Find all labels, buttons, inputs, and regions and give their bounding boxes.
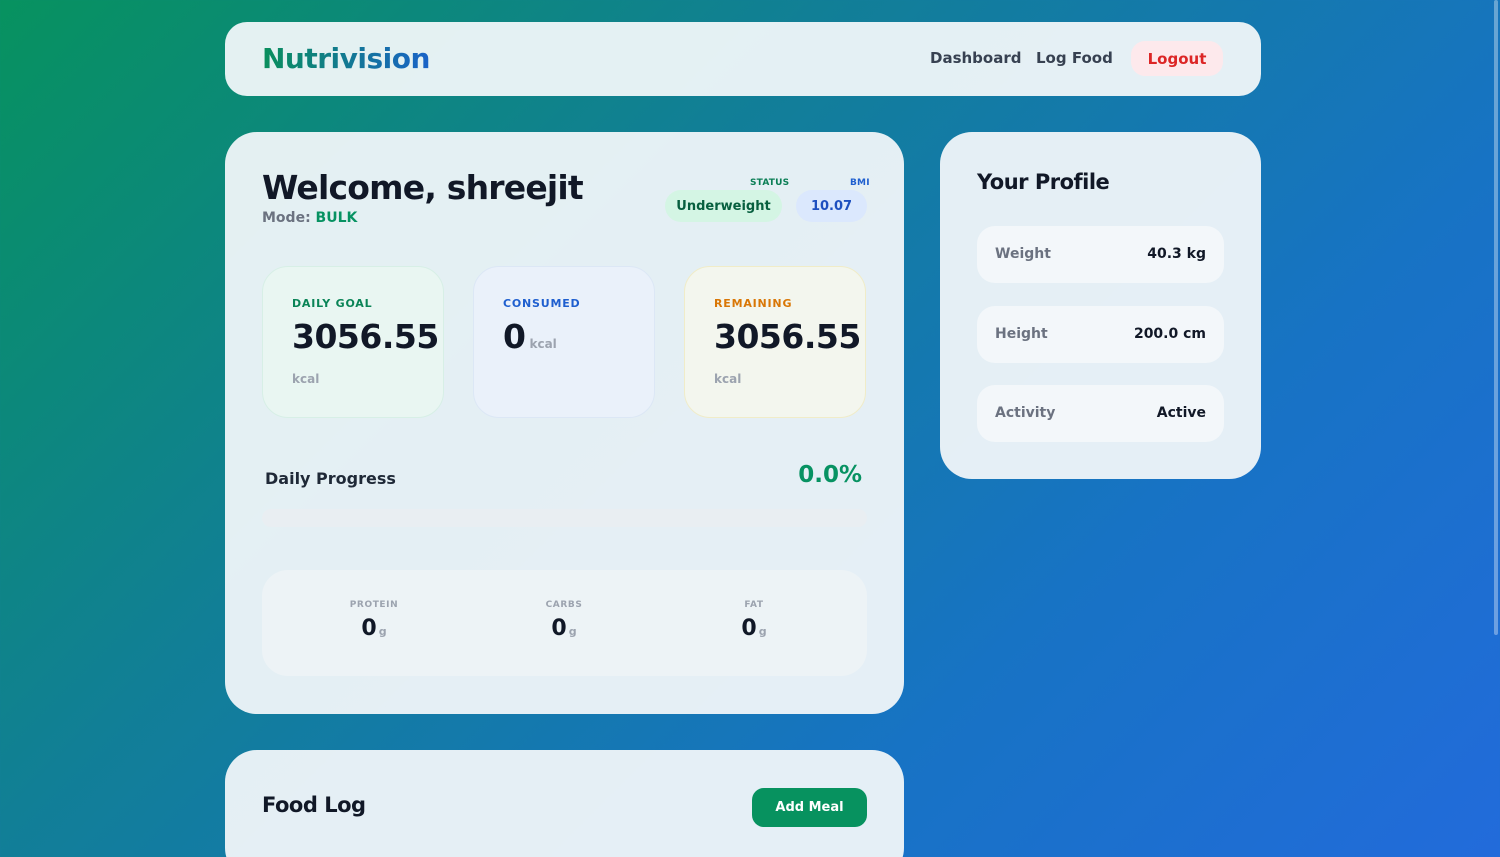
status-label: STATUS (750, 178, 790, 188)
nav-link-dashboard[interactable]: Dashboard (930, 49, 1021, 67)
consumed-value: 0 (503, 317, 526, 356)
profile-row-height: Height 200.0 cm (977, 306, 1224, 363)
carbs-value-line: 0g (504, 616, 624, 641)
nav-link-log-food[interactable]: Log Food (1036, 49, 1113, 67)
remaining-stat: REMAINING 3056.55 kcal (684, 266, 866, 418)
carbs-label: CARBS (545, 600, 583, 610)
carbs-value: 0 (551, 616, 567, 641)
add-meal-button[interactable]: Add Meal (752, 788, 867, 827)
page-scrollbar[interactable] (1492, 0, 1500, 857)
profile-title: Your Profile (977, 170, 1110, 194)
macros-panel: PROTEIN 0g CARBS 0g FAT 0g (262, 570, 867, 676)
protein-unit: g (378, 625, 387, 638)
fat-value: 0 (741, 616, 757, 641)
protein-label: PROTEIN (349, 600, 399, 610)
mode-value: BULK (315, 210, 358, 226)
brand-logo[interactable]: Nutrivision (262, 42, 430, 75)
fat-label: FAT (744, 600, 764, 610)
consumed-label: CONSUMED (503, 297, 581, 310)
status-badge: Underweight (665, 190, 782, 222)
macro-carbs: CARBS 0g (504, 600, 624, 641)
dashboard-summary-card: Welcome, shreejit Mode: BULK STATUS BMI … (225, 132, 904, 714)
welcome-heading: Welcome, shreejit (262, 168, 584, 207)
remaining-value: 3056.55 (714, 317, 861, 356)
profile-row-weight: Weight 40.3 kg (977, 226, 1224, 283)
activity-value: Active (1156, 405, 1206, 421)
daily-goal-stat: DAILY GOAL 3056.55 kcal (262, 266, 444, 418)
daily-goal-value: 3056.55 (292, 317, 439, 356)
fat-unit: g (758, 625, 767, 638)
profile-row-activity: Activity Active (977, 385, 1224, 442)
food-log-card: Food Log Add Meal (225, 750, 904, 857)
consumed-unit: kcal (529, 337, 557, 351)
daily-progress-bar (262, 509, 867, 527)
protein-value: 0 (361, 616, 377, 641)
remaining-label: REMAINING (714, 297, 793, 310)
weight-value: 40.3 kg (1147, 246, 1206, 262)
page-scrollbar-thumb[interactable] (1494, 0, 1498, 635)
remaining-unit: kcal (714, 372, 742, 386)
profile-card: Your Profile Weight 40.3 kg Height 200.0… (940, 132, 1261, 479)
weight-label: Weight (995, 246, 1051, 262)
daily-progress-percent: 0.0% (798, 462, 862, 488)
daily-goal-unit: kcal (292, 372, 320, 386)
protein-value-line: 0g (314, 616, 434, 641)
logout-button[interactable]: Logout (1131, 41, 1223, 76)
consumed-value-line: 0 kcal (503, 317, 557, 356)
macro-protein: PROTEIN 0g (314, 600, 434, 641)
consumed-stat: CONSUMED 0 kcal (473, 266, 655, 418)
mode-line: Mode: BULK (262, 210, 357, 226)
daily-goal-label: DAILY GOAL (292, 297, 373, 310)
macro-fat: FAT 0g (694, 600, 814, 641)
height-value: 200.0 cm (1133, 326, 1206, 342)
carbs-unit: g (568, 625, 577, 638)
activity-label: Activity (995, 405, 1056, 421)
bmi-badge: 10.07 (796, 190, 867, 222)
height-label: Height (995, 326, 1048, 342)
navbar: Nutrivision Dashboard Log Food Logout (225, 22, 1261, 96)
daily-progress-label: Daily Progress (265, 469, 396, 488)
mode-label: Mode: (262, 210, 311, 226)
fat-value-line: 0g (694, 616, 814, 641)
bmi-label: BMI (850, 178, 870, 188)
food-log-title: Food Log (262, 793, 366, 817)
